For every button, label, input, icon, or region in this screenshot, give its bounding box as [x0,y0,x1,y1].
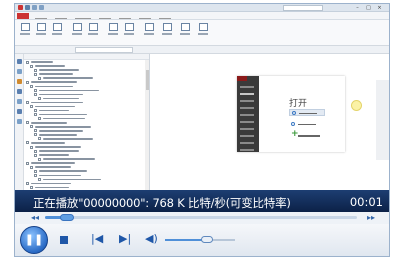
inner-search-box [283,5,323,11]
cursor-highlight-icon [351,100,362,111]
ribbon-icon [51,23,63,37]
maximize-icon: □ [366,5,371,11]
inner-doc-tab [75,47,133,53]
seek-row: ◂◂ ▸▸ [15,212,389,224]
app-icon [18,5,23,10]
comment-icon [16,79,22,84]
file-menu-sidebar [237,76,259,152]
attachment-icon [16,99,22,104]
volume-thumb[interactable] [201,236,213,243]
ribbon-icon [161,23,173,37]
bookmark-icon [16,59,22,64]
video-area[interactable]: – □ × 打开 + [15,4,389,190]
menu-tab [55,13,67,19]
close-icon: × [377,5,382,11]
inner-bookmark-tree [24,54,150,190]
minimize-icon: – [356,5,359,11]
inner-titlebar: – □ × [15,4,389,12]
search-icon [16,119,22,124]
tree-row [24,185,149,189]
ribbon-icon [179,23,191,37]
inner-page-strip [376,80,389,160]
tree-scrollbar [145,60,149,190]
ribbon-icon [19,23,31,37]
signature-icon [16,109,22,114]
open-option-highlighted [289,109,325,116]
seek-bar[interactable] [45,214,357,221]
menu-tab [139,13,151,19]
elapsed-time: 00:01 [349,195,383,209]
previous-track-icon[interactable]: |◀ [91,233,103,245]
layers-icon [16,89,22,94]
inner-document-area: 打开 + [151,54,389,190]
ribbon-icon [123,23,135,37]
status-bar: 正在播放"00000000": 768 K 比特/秒(可变比特率) 00:01 [15,190,389,212]
menu-tab [75,13,91,19]
forward-small-icon[interactable]: ▸▸ [367,213,375,223]
seek-thumb[interactable] [59,214,74,221]
menu-tab [159,13,171,19]
pause-icon[interactable]: ❚❚ [20,226,48,254]
pages-icon [16,69,22,74]
ribbon-icon [143,23,155,37]
stop-icon[interactable] [60,236,68,244]
inner-side-icons [15,54,24,190]
inner-doc-tabs [15,46,389,54]
menu-tab [35,13,47,19]
menu-tab [119,13,131,19]
ribbon-icon [87,23,99,37]
ribbon-icon [107,23,119,37]
redo-icon [39,5,44,10]
undo-icon [32,5,37,10]
ribbon-icon [197,23,209,37]
ribbon-icon [35,23,47,37]
file-tab [17,13,29,19]
media-player-window: – □ × 打开 + 正在播放"00000000": 768 K 比特/秒(可变… [14,3,390,257]
menu-tab [99,13,111,19]
speaker-icon[interactable]: ◀) [145,233,158,245]
inner-ribbon [15,20,389,46]
next-track-icon[interactable]: ▶| [119,233,131,245]
rewind-small-icon[interactable]: ◂◂ [31,213,39,223]
playback-controls: ❚❚ |◀ ▶| ◀) [15,224,389,256]
add-option: + [289,129,329,139]
now-playing-text: 正在播放"00000000": 768 K 比特/秒(可变比特率) [33,196,291,210]
open-title: 打开 [289,99,308,109]
open-option [289,121,325,128]
volume-slider[interactable] [165,236,235,243]
inner-file-menu: 打开 + [237,76,362,152]
ribbon-icon [71,23,83,37]
file-menu-main: 打开 + [259,76,345,152]
save-icon [25,5,30,10]
inner-menubar [15,12,389,20]
tree-rows [24,60,149,190]
